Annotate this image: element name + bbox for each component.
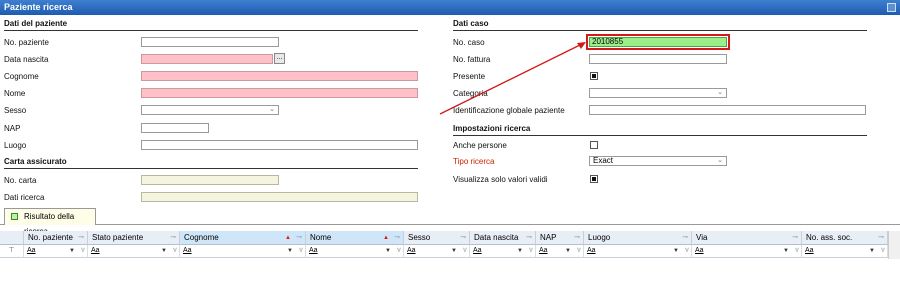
column-pin-icon[interactable]: ⊸ [682, 231, 688, 244]
column-header[interactable]: Sesso ⊸ [404, 231, 470, 245]
filter-dropdown-icon[interactable]: ▼ [451, 245, 457, 257]
column-filter[interactable]: Aa ▼ ∀ [802, 245, 888, 258]
grid-scrollbar[interactable] [888, 231, 900, 259]
clear-filter-icon[interactable]: ∀ [529, 245, 533, 257]
filter-dropdown-icon[interactable]: ▼ [565, 245, 571, 257]
clear-filter-icon[interactable]: ∀ [685, 245, 689, 257]
filter-operator: Aa [539, 247, 548, 254]
filter-operator: Aa [805, 247, 814, 254]
column-filter[interactable]: Aa ▼ ∀ [692, 245, 802, 258]
column-header[interactable]: No. paziente ⊸ [24, 231, 88, 245]
sort-ascending-icon: ▲ [383, 235, 389, 241]
clear-filter-icon[interactable]: ∀ [881, 245, 885, 257]
clear-filter-icon[interactable]: ∀ [795, 245, 799, 257]
column-header-label: Nome [310, 233, 332, 242]
column-header[interactable]: Cognome ▲ ⊸ [180, 231, 306, 245]
column-filter[interactable]: Aa ▼ ∀ [470, 245, 536, 258]
filter-operator: Aa [587, 247, 596, 254]
filter-operator: Aa [695, 247, 704, 254]
column-filter[interactable]: Aa ▼ ∀ [584, 245, 692, 258]
filter-operator: Aa [473, 247, 482, 254]
tab-strip-divider [0, 224, 900, 225]
column-pin-icon[interactable]: ⊸ [394, 231, 400, 244]
filter-dropdown-icon[interactable]: ▼ [385, 245, 391, 257]
column-header-label: Cognome [184, 233, 219, 242]
filter-dropdown-icon[interactable]: ▼ [69, 245, 75, 257]
filter-operator: Aa [27, 247, 36, 254]
column-header-label: No. paziente [28, 233, 73, 242]
clear-filter-icon[interactable]: ∀ [577, 245, 581, 257]
column-header-label: Luogo [588, 233, 611, 242]
column-pin-icon[interactable]: ⊸ [460, 231, 466, 244]
results-grid[interactable]: ⊤ No. paziente ⊸ Aa ▼ ∀ Stato paziente ⊸ Aa ▼ ∀ Co… [0, 231, 888, 261]
filter-dropdown-icon[interactable]: ▼ [287, 245, 293, 257]
sort-ascending-icon: ▲ [285, 235, 291, 241]
column-header[interactable]: Data nascita ⊸ [470, 231, 536, 245]
column-filter[interactable]: Aa ▼ ∀ [306, 245, 404, 258]
column-pin-icon[interactable]: ⊸ [78, 231, 84, 244]
column-header-label: Via [696, 233, 708, 242]
column-header-label: No. ass. soc. [806, 233, 853, 242]
column-header[interactable]: No. ass. soc. ⊸ [802, 231, 888, 245]
column-header-label: NAP [540, 233, 557, 242]
filter-dropdown-icon[interactable]: ▼ [869, 245, 875, 257]
column-header[interactable]: Luogo ⊸ [584, 231, 692, 245]
filter-operator: Aa [183, 247, 192, 254]
column-pin-icon[interactable]: ⊸ [792, 231, 798, 244]
column-pin-icon[interactable]: ⊸ [574, 231, 580, 244]
clear-filter-icon[interactable]: ∀ [81, 245, 85, 257]
tab-risultato-ricerca[interactable]: Risultato della ricerca [4, 208, 96, 236]
column-header-label: Stato paziente [92, 233, 144, 242]
column-header-label: Sesso [408, 233, 431, 242]
column-filter[interactable]: Aa ▼ ∀ [24, 245, 88, 258]
results-icon [11, 213, 18, 220]
filter-operator: Aa [309, 247, 318, 254]
column-filter[interactable]: Aa ▼ ∀ [180, 245, 306, 258]
grid-corner-icon[interactable] [0, 231, 24, 245]
column-pin-icon[interactable]: ⊸ [526, 231, 532, 244]
column-header[interactable]: NAP ⊸ [536, 231, 584, 245]
filter-dropdown-icon[interactable]: ▼ [517, 245, 523, 257]
column-header[interactable]: Nome ▲ ⊸ [306, 231, 404, 245]
column-filter[interactable]: Aa ▼ ∀ [404, 245, 470, 258]
column-filter[interactable]: Aa ▼ ∀ [536, 245, 584, 258]
clear-filter-icon[interactable]: ∀ [463, 245, 467, 257]
column-header[interactable]: Via ⊸ [692, 231, 802, 245]
clear-filter-icon[interactable]: ∀ [299, 245, 303, 257]
filter-operator: Aa [407, 247, 416, 254]
filter-dropdown-icon[interactable]: ▼ [673, 245, 679, 257]
column-filter[interactable]: Aa ▼ ∀ [88, 245, 180, 258]
column-header-label: Data nascita [474, 233, 519, 242]
filter-operator: Aa [91, 247, 100, 254]
column-pin-icon[interactable]: ⊸ [878, 231, 884, 244]
clear-filter-icon[interactable]: ∀ [173, 245, 177, 257]
filter-row-icon: ⊤ [0, 245, 24, 258]
filter-dropdown-icon[interactable]: ▼ [161, 245, 167, 257]
filter-dropdown-icon[interactable]: ▼ [783, 245, 789, 257]
column-pin-icon[interactable]: ⊸ [170, 231, 176, 244]
clear-filter-icon[interactable]: ∀ [397, 245, 401, 257]
column-pin-icon[interactable]: ⊸ [296, 231, 302, 244]
column-header[interactable]: Stato paziente ⊸ [88, 231, 180, 245]
